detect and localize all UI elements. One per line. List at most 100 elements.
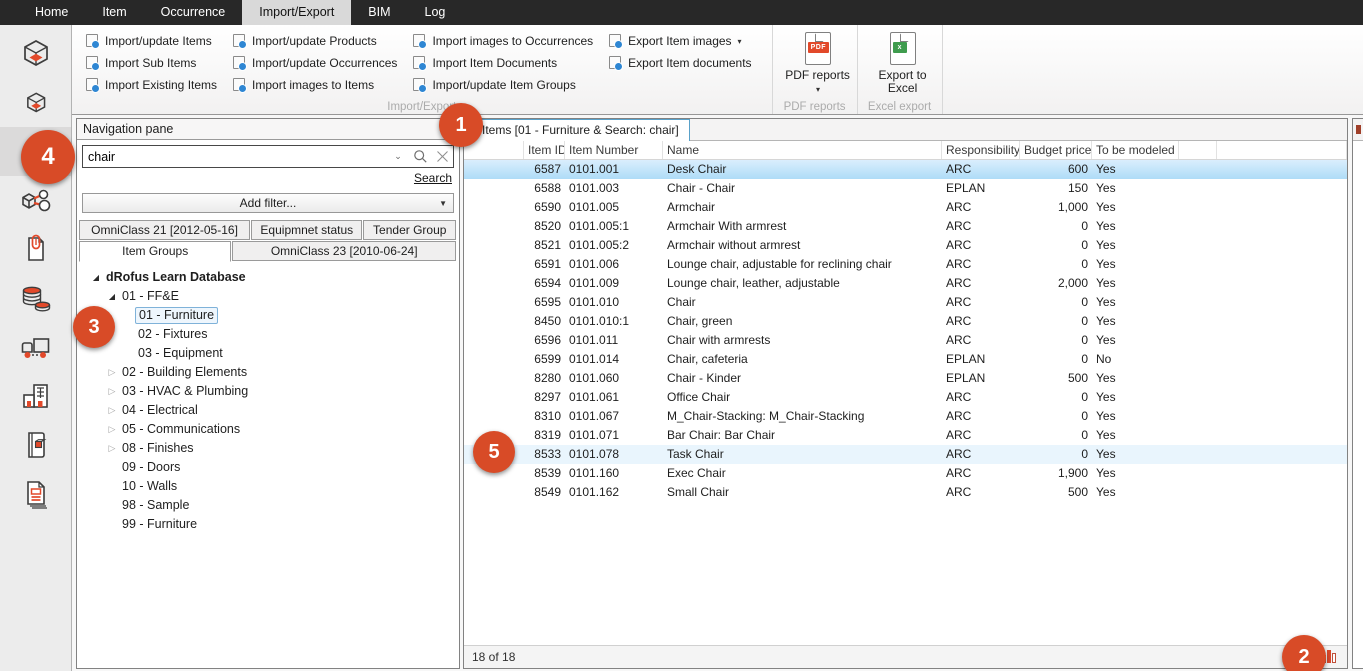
tree-node-02-fixtures[interactable]: 02 - Fixtures (77, 325, 459, 344)
classification-tab-item-groups[interactable]: Item Groups (79, 241, 231, 262)
table-row-item-8280[interactable]: 82800101.060Chair - KinderEPLAN500Yes (464, 369, 1347, 388)
pdf-reports-button[interactable]: PDF PDF reports ▾ (785, 30, 851, 98)
column-header-to-be-modeled[interactable]: To be modeled (1092, 141, 1179, 159)
ribbon-button-import-update-products[interactable]: Import/update Products (231, 30, 399, 52)
export-to-excel-button[interactable]: x Export to Excel (870, 30, 936, 98)
cell: Yes (1092, 274, 1179, 293)
sidebar-item-products[interactable] (0, 176, 71, 225)
tree-expander-icon[interactable]: ▷ (105, 367, 119, 378)
classification-tab-omniclass-21-2012-05-16[interactable]: OmniClass 21 [2012-05-16] (79, 220, 250, 240)
menu-tab-log[interactable]: Log (408, 0, 463, 25)
ribbon-button-export-item-documents[interactable]: Export Item documents (607, 52, 753, 74)
sidebar-item-documents[interactable] (0, 225, 71, 274)
column-header-responsibility[interactable]: Responsibility (942, 141, 1020, 159)
menu-tab-home[interactable]: Home (18, 0, 85, 25)
sidebar-item-reports[interactable] (0, 470, 71, 519)
classification-tab-tender-group[interactable]: Tender Group (363, 220, 456, 240)
ribbon-button-import-update-occurrences[interactable]: Import/update Occurrences (231, 52, 399, 74)
cell: Yes (1092, 198, 1179, 217)
tree-node-01-furniture[interactable]: 01 - Furniture (77, 306, 459, 325)
table-row-item-6588[interactable]: 65880101.003Chair - ChairEPLAN150Yes (464, 179, 1347, 198)
column-header-item-id[interactable]: Item ID (524, 141, 565, 159)
tree-node-09-doors[interactable]: 09 - Doors (77, 458, 459, 477)
tree-node-05-communications[interactable]: ▷05 - Communications (77, 420, 459, 439)
column-header-item-number[interactable]: Item Number (565, 141, 663, 159)
table-row-item-8549[interactable]: 85490101.162Small ChairARC500Yes (464, 483, 1347, 502)
ribbon-button-import-update-item-groups[interactable]: Import/update Item Groups (411, 74, 595, 96)
menu-tab-item[interactable]: Item (85, 0, 143, 25)
ribbon-button-import-images-to-items[interactable]: Import images to Items (231, 74, 399, 96)
search-icon[interactable] (409, 146, 431, 167)
tree-expander-icon[interactable]: ▷ (105, 405, 119, 416)
tree-node-02-building-elements[interactable]: ▷02 - Building Elements (77, 363, 459, 382)
tree-node-01-ff-e[interactable]: ◢01 - FF&E (77, 287, 459, 306)
cell: 8450 (524, 312, 565, 331)
tree-expander-icon[interactable]: ▷ (105, 424, 119, 435)
annotation-circle-3: 3 (73, 306, 115, 348)
table-row-item-8319[interactable]: 83190101.071Bar Chair: Bar ChairARC0Yes (464, 426, 1347, 445)
cell: Yes (1092, 464, 1179, 483)
menu-tab-bim[interactable]: BIM (351, 0, 407, 25)
cell (1217, 274, 1347, 293)
ribbon-button-export-item-images[interactable]: Export Item images▾ (607, 30, 753, 52)
classification-tab-omniclass-23-2010-06-24[interactable]: OmniClass 23 [2010-06-24] (232, 241, 456, 261)
menu-tab-import-export[interactable]: Import/Export (242, 0, 351, 25)
table-row-item-8310[interactable]: 83100101.067M_Chair-Stacking: M_Chair-St… (464, 407, 1347, 426)
sidebar-item-manuals[interactable] (0, 421, 71, 470)
sidebar-item-finance[interactable] (0, 274, 71, 323)
tree-expander-icon[interactable]: ◢ (105, 292, 119, 301)
column-header-name[interactable]: Name (663, 141, 942, 159)
search-input[interactable] (83, 150, 387, 164)
sidebar-item-buildings[interactable] (0, 372, 71, 421)
table-row-item-6599[interactable]: 65990101.014Chair, cafeteriaEPLAN0No (464, 350, 1347, 369)
table-row-item-6595[interactable]: 65950101.010ChairARC0Yes (464, 293, 1347, 312)
classification-tab-equipmnet-status[interactable]: Equipmnet status (251, 220, 362, 240)
cell: M_Chair-Stacking: M_Chair-Stacking (663, 407, 942, 426)
items-tab[interactable]: Items [01 - Furniture & Search: chair] (471, 119, 690, 141)
column-header-budget-price[interactable]: Budget price (1020, 141, 1092, 159)
tree-node-03-hvac-plumbing[interactable]: ▷03 - HVAC & Plumbing (77, 382, 459, 401)
cell: Bar Chair: Bar Chair (663, 426, 942, 445)
table-row-item-8533[interactable]: 85330101.078Task ChairARC0Yes (464, 445, 1347, 464)
tree-node-03-equipment[interactable]: 03 - Equipment (77, 344, 459, 363)
table-row-item-8297[interactable]: 82970101.061Office ChairARC0Yes (464, 388, 1347, 407)
sidebar-item-room-data[interactable] (0, 78, 71, 127)
search-history-chevron-icon[interactable]: ⌄ (387, 146, 409, 167)
clear-search-icon[interactable] (431, 146, 453, 167)
tree-node-99-furniture[interactable]: 99 - Furniture (77, 515, 459, 534)
table-row-item-8539[interactable]: 85390101.160Exec ChairARC1,900Yes (464, 464, 1347, 483)
ribbon-button-import-update-items[interactable]: Import/update Items (84, 30, 219, 52)
column-header-blank[interactable] (1179, 141, 1217, 159)
tree-node-10-walls[interactable]: 10 - Walls (77, 477, 459, 496)
ribbon-button-import-existing-items[interactable]: Import Existing Items (84, 74, 219, 96)
cell: Yes (1092, 312, 1179, 331)
table-row-item-6587[interactable]: 65870101.001Desk ChairARC600Yes (464, 160, 1347, 179)
tree-expander-icon[interactable]: ▷ (105, 386, 119, 397)
sidebar-item-rooms[interactable] (0, 29, 71, 78)
cell: 0101.009 (565, 274, 663, 293)
import-export-icon (86, 78, 100, 92)
tree-node-drofus-learn-database[interactable]: ◢dRofus Learn Database (77, 268, 459, 287)
table-row-item-8521[interactable]: 85210101.005:2Armchair without armrestAR… (464, 236, 1347, 255)
column-header-blank[interactable] (464, 141, 524, 159)
column-header-filler (1217, 141, 1347, 159)
table-row-item-8520[interactable]: 85200101.005:1Armchair With armrestARC0Y… (464, 217, 1347, 236)
table-row-item-6590[interactable]: 65900101.005ArmchairARC1,000Yes (464, 198, 1347, 217)
table-row-item-6596[interactable]: 65960101.011Chair with armrestsARC0Yes (464, 331, 1347, 350)
add-filter-dropdown[interactable]: Add filter... ▼ (82, 193, 454, 213)
tree-node-98-sample[interactable]: 98 - Sample (77, 496, 459, 515)
table-row-item-8450[interactable]: 84500101.010:1Chair, greenARC0Yes (464, 312, 1347, 331)
tree-expander-icon[interactable]: ◢ (89, 273, 103, 282)
tree-node-04-electrical[interactable]: ▷04 - Electrical (77, 401, 459, 420)
ribbon-button-import-images-to-occurrences[interactable]: Import images to Occurrences (411, 30, 595, 52)
search-link[interactable]: Search (414, 171, 452, 185)
table-row-item-6594[interactable]: 65940101.009Lounge chair, leather, adjus… (464, 274, 1347, 293)
tree-expander-icon[interactable]: ▷ (105, 443, 119, 454)
cell: 0101.162 (565, 483, 663, 502)
ribbon-button-import-sub-items[interactable]: Import Sub Items (84, 52, 219, 74)
tree-node-08-finishes[interactable]: ▷08 - Finishes (77, 439, 459, 458)
table-row-item-6591[interactable]: 65910101.006Lounge chair, adjustable for… (464, 255, 1347, 274)
sidebar-item-logistics[interactable] (0, 323, 71, 372)
menu-tab-occurrence[interactable]: Occurrence (144, 0, 243, 25)
ribbon-button-import-item-documents[interactable]: Import Item Documents (411, 52, 595, 74)
